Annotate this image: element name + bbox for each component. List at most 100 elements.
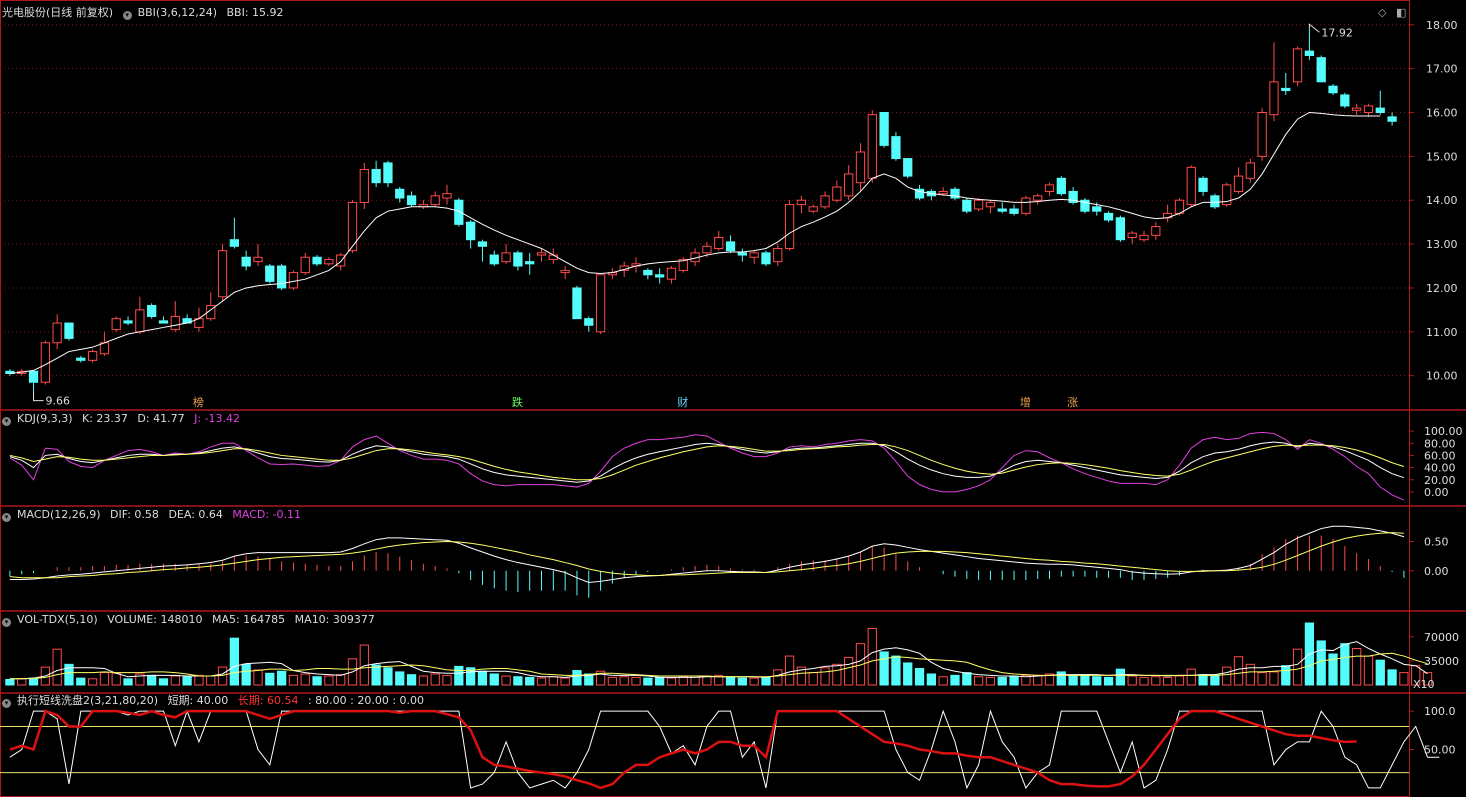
dual-long-value: 长期: 60.54 bbox=[237, 694, 299, 707]
volume-bar bbox=[442, 674, 452, 686]
stock-chart[interactable]: 18.00 17.00 16.00 15.00 14.00 13.00 12.00 11.00… bbox=[0, 0, 1466, 797]
candle-body bbox=[584, 318, 594, 326]
candle-body bbox=[158, 320, 169, 324]
volume-bar bbox=[867, 628, 877, 686]
candle-body bbox=[938, 190, 948, 195]
kdj-tick-label: 40.00 bbox=[1424, 462, 1456, 475]
candle-body bbox=[1352, 107, 1362, 111]
candle-body bbox=[820, 195, 830, 208]
kdj-j-line bbox=[9, 431, 1405, 501]
dual-name: 执行短线洗盘2(3,21,80,20) bbox=[17, 694, 159, 707]
vol-name: VOL-TDX(5,10) bbox=[17, 613, 98, 626]
candle-body bbox=[1387, 116, 1397, 122]
candle-body bbox=[560, 269, 570, 274]
candle-body bbox=[28, 370, 39, 383]
candle-body bbox=[737, 252, 747, 256]
volume-bar bbox=[454, 665, 464, 686]
volume-bar bbox=[607, 676, 618, 686]
candle-body bbox=[1186, 166, 1196, 206]
kdj-tick-label: 80.00 bbox=[1424, 437, 1456, 450]
volume-bar bbox=[1257, 672, 1267, 686]
candle-body bbox=[666, 267, 677, 280]
vol-menu-icon[interactable]: ▾ bbox=[2, 618, 11, 627]
candle-body bbox=[725, 241, 736, 252]
kdj-tick-label: 20.00 bbox=[1424, 474, 1456, 487]
panel-toggle-icon[interactable]: ◧ bbox=[1396, 6, 1406, 19]
price-tick-label: 12.00 bbox=[1426, 282, 1458, 295]
candle-body bbox=[714, 237, 724, 249]
volume-bar bbox=[17, 678, 27, 686]
volume-bar bbox=[1340, 643, 1350, 686]
candle-body bbox=[229, 239, 239, 247]
volume-bar bbox=[903, 662, 913, 686]
candle-body bbox=[1103, 212, 1114, 221]
vol-volume-value: VOLUME: 148010 bbox=[107, 613, 203, 626]
candle-body bbox=[76, 357, 86, 361]
high-price-label: 17.92 bbox=[1321, 26, 1353, 39]
dual-tick-label: 100.0 bbox=[1424, 705, 1456, 718]
candle-body bbox=[1363, 105, 1374, 114]
candle-body bbox=[655, 274, 665, 278]
kdj-j-value: J: -13.42 bbox=[194, 412, 241, 425]
candle-body bbox=[477, 241, 488, 247]
volume-bar bbox=[737, 677, 747, 686]
low-price-label: 9.66 bbox=[46, 395, 71, 408]
volume-bar bbox=[536, 677, 547, 686]
volume-bar bbox=[1210, 675, 1220, 686]
volume-bar bbox=[229, 637, 239, 686]
volume-bar bbox=[371, 664, 381, 686]
bbi-line bbox=[9, 111, 1381, 374]
stock-title: 光电股份(日线 前复权) bbox=[2, 6, 114, 19]
candle-body bbox=[1281, 87, 1291, 92]
candle-body bbox=[347, 201, 358, 252]
candle-body bbox=[761, 252, 771, 265]
volume-bar bbox=[276, 670, 287, 686]
candle-body bbox=[489, 254, 499, 265]
event-tag: 榜 bbox=[193, 395, 204, 409]
candle-body bbox=[773, 247, 783, 263]
volume-bar bbox=[1174, 675, 1185, 686]
candle-body bbox=[170, 315, 180, 331]
candle-body bbox=[1021, 197, 1031, 214]
candle-body bbox=[87, 351, 98, 361]
kdj-menu-icon[interactable]: ▾ bbox=[2, 417, 11, 426]
candle-body bbox=[383, 162, 393, 184]
volume-bar bbox=[217, 666, 228, 686]
dual-menu-icon[interactable]: ▾ bbox=[2, 699, 11, 708]
volume-bar bbox=[1127, 675, 1137, 686]
candle-body bbox=[973, 199, 984, 210]
candle-body bbox=[430, 195, 440, 206]
candle-body bbox=[64, 322, 74, 339]
volume-bar bbox=[997, 676, 1007, 686]
event-tag: 财 bbox=[677, 395, 688, 409]
volume-bar bbox=[973, 676, 984, 686]
volume-bar bbox=[631, 676, 641, 686]
volume-bar bbox=[879, 651, 889, 686]
candle-body bbox=[99, 342, 110, 355]
candle-body bbox=[300, 256, 310, 274]
diamond-icon[interactable]: ◇ bbox=[1378, 6, 1386, 19]
candle-body bbox=[513, 252, 523, 267]
candle-body bbox=[324, 258, 334, 265]
volume-bar bbox=[76, 677, 86, 686]
volume-bar bbox=[1292, 648, 1303, 686]
volume-bar bbox=[820, 667, 830, 686]
indicator-menu-icon[interactable]: ▾ bbox=[122, 11, 132, 20]
volume-bar bbox=[619, 676, 629, 686]
volume-bar bbox=[501, 675, 511, 686]
vol-panel-header: ▾ VOL-TDX(5,10) VOLUME: 148010 MA5: 16478… bbox=[2, 613, 381, 627]
volume-bar bbox=[324, 675, 334, 686]
volume-bar bbox=[87, 678, 98, 686]
volume-bar bbox=[241, 663, 251, 686]
candle-body bbox=[111, 318, 121, 331]
volume-bar bbox=[288, 674, 299, 686]
volume-bar bbox=[1363, 655, 1374, 686]
volume-bar bbox=[1056, 671, 1066, 686]
price-tick-label: 11.00 bbox=[1426, 326, 1458, 339]
vol-tick-label: 35000 bbox=[1424, 655, 1459, 668]
candle-body bbox=[903, 158, 913, 177]
volume-bar bbox=[1163, 676, 1173, 686]
macd-menu-icon[interactable]: ▾ bbox=[2, 513, 11, 522]
candle-body bbox=[1328, 85, 1338, 94]
candle-body bbox=[217, 250, 228, 298]
